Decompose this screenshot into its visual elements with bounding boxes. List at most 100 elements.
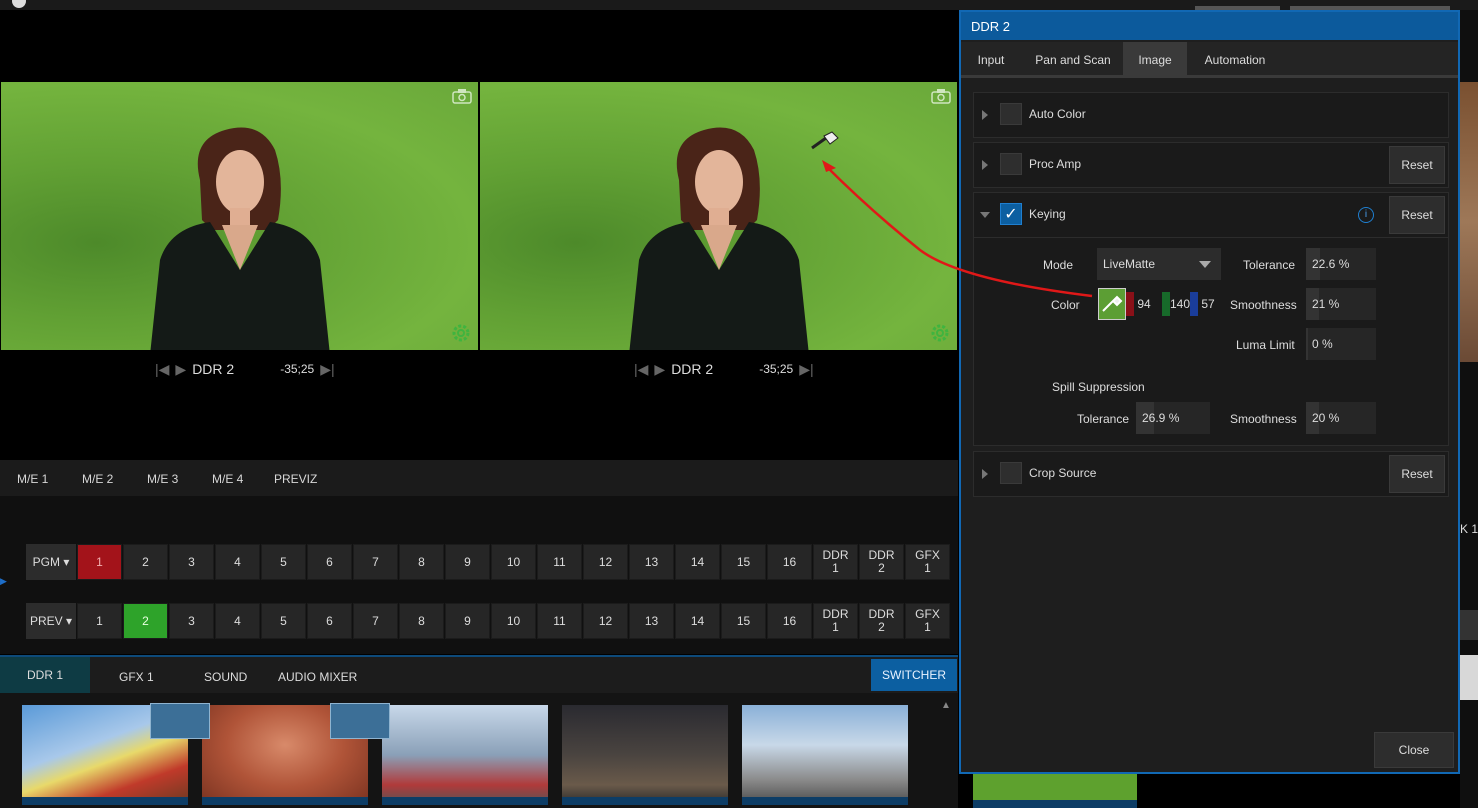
tab-me-4[interactable]: M/E 4 xyxy=(212,472,243,486)
mode-dropdown[interactable]: LiveMatte xyxy=(1097,248,1221,280)
prev-button-10[interactable]: 10 xyxy=(491,603,536,639)
pgm-button-ddr1[interactable]: DDR 1 xyxy=(813,544,858,580)
play-icon[interactable]: ▶ xyxy=(175,361,186,378)
pgm-button-4[interactable]: 4 xyxy=(215,544,260,580)
prev-button-8[interactable]: 8 xyxy=(399,603,444,639)
play-icon[interactable]: ▶ xyxy=(654,361,665,378)
media-playlist xyxy=(0,693,958,808)
tab-image[interactable]: Image xyxy=(1123,42,1187,78)
gear-icon[interactable] xyxy=(450,322,472,344)
keying-checkbox[interactable]: ✓ xyxy=(1000,203,1022,225)
prev-button-11[interactable]: 11 xyxy=(537,603,582,639)
expand-caret-icon[interactable] xyxy=(982,160,988,170)
camera-icon[interactable] xyxy=(931,88,951,104)
pgm-button-16[interactable]: 16 xyxy=(767,544,812,580)
expand-arrow-icon[interactable]: ▶ xyxy=(0,576,7,586)
prev-button-16[interactable]: 16 xyxy=(767,603,812,639)
prev-button-13[interactable]: 13 xyxy=(629,603,674,639)
color-label: Color xyxy=(1051,298,1080,312)
pgm-button-13[interactable]: 13 xyxy=(629,544,674,580)
dialog-title: DDR 2 xyxy=(961,12,1458,40)
prev-button-1[interactable]: 1 xyxy=(77,603,122,639)
prev-label[interactable]: PREV ▾ xyxy=(26,603,76,639)
tab-audio-mixer[interactable]: AUDIO MIXER xyxy=(278,670,357,684)
pgm-button-14[interactable]: 14 xyxy=(675,544,720,580)
camera-icon[interactable] xyxy=(452,88,472,104)
tab-input[interactable]: Input xyxy=(961,42,1021,78)
playlist-item[interactable] xyxy=(742,705,908,805)
eyedropper-icon[interactable] xyxy=(1099,289,1125,319)
pgm-button-3[interactable]: 3 xyxy=(169,544,214,580)
pgm-label[interactable]: PGM ▾ xyxy=(26,544,76,580)
info-icon[interactable]: i xyxy=(1358,207,1374,223)
proc-amp-section: Proc Amp Reset xyxy=(973,142,1449,188)
prev-button-ddr2[interactable]: DDR 2 xyxy=(859,603,904,639)
scroll-up-icon[interactable]: ▲ xyxy=(941,700,951,711)
pgm-button-7[interactable]: 7 xyxy=(353,544,398,580)
proc-amp-checkbox[interactable] xyxy=(1000,153,1022,175)
skip-forward-icon[interactable]: ▶| xyxy=(320,361,334,378)
spill-suppression-label: Spill Suppression xyxy=(1052,380,1145,394)
prev-button-5[interactable]: 5 xyxy=(261,603,306,639)
prev-button-14[interactable]: 14 xyxy=(675,603,720,639)
prev-button-2[interactable]: 2 xyxy=(123,603,168,639)
collapse-caret-icon[interactable] xyxy=(980,212,990,218)
skip-forward-icon[interactable]: ▶| xyxy=(799,361,813,378)
tab-me-1[interactable]: M/E 1 xyxy=(17,472,48,486)
prev-button-7[interactable]: 7 xyxy=(353,603,398,639)
tab-me-2[interactable]: M/E 2 xyxy=(82,472,113,486)
playlist-item[interactable] xyxy=(382,705,548,805)
keying-reset-button[interactable]: Reset xyxy=(1389,196,1445,234)
pgm-button-8[interactable]: 8 xyxy=(399,544,444,580)
pgm-button-2[interactable]: 2 xyxy=(123,544,168,580)
prev-button-6[interactable]: 6 xyxy=(307,603,352,639)
skip-back-icon[interactable]: |◀ xyxy=(634,361,648,378)
expand-caret-icon[interactable] xyxy=(982,110,988,120)
color-blue-field[interactable]: 57 xyxy=(1190,288,1226,320)
pgm-button-ddr2[interactable]: DDR 2 xyxy=(859,544,904,580)
switcher-button[interactable]: SWITCHER xyxy=(871,659,957,691)
prev-button-12[interactable]: 12 xyxy=(583,603,628,639)
pgm-button-1[interactable]: 1 xyxy=(77,544,122,580)
tab-ddr-1[interactable]: DDR 1 xyxy=(0,657,90,693)
pgm-button-11[interactable]: 11 xyxy=(537,544,582,580)
prev-button-gfx1[interactable]: GFX 1 xyxy=(905,603,950,639)
presenter-image xyxy=(150,127,329,350)
spill-smoothness-field[interactable]: 20 % xyxy=(1306,402,1376,434)
prev-button-4[interactable]: 4 xyxy=(215,603,260,639)
pgm-button-15[interactable]: 15 xyxy=(721,544,766,580)
right-edge-block xyxy=(1460,655,1478,700)
crop-source-reset-button[interactable]: Reset xyxy=(1389,455,1445,493)
tab-me-3[interactable]: M/E 3 xyxy=(147,472,178,486)
color-red-field[interactable]: 94 xyxy=(1126,288,1162,320)
prev-button-ddr1[interactable]: DDR 1 xyxy=(813,603,858,639)
tab-sound[interactable]: SOUND xyxy=(204,670,247,684)
spill-tolerance-field[interactable]: 26.9 % xyxy=(1136,402,1210,434)
luma-limit-field[interactable]: 0 % xyxy=(1306,328,1376,360)
playlist-item[interactable] xyxy=(973,774,1137,808)
gear-icon[interactable] xyxy=(929,322,951,344)
proc-amp-reset-button[interactable]: Reset xyxy=(1389,146,1445,184)
close-button[interactable]: Close xyxy=(1374,732,1454,768)
pgm-button-10[interactable]: 10 xyxy=(491,544,536,580)
auto-color-checkbox[interactable] xyxy=(1000,103,1022,125)
pgm-button-12[interactable]: 12 xyxy=(583,544,628,580)
prev-button-9[interactable]: 9 xyxy=(445,603,490,639)
tolerance-field[interactable]: 22.6 % xyxy=(1306,248,1376,280)
prev-button-15[interactable]: 15 xyxy=(721,603,766,639)
tab-gfx-1[interactable]: GFX 1 xyxy=(119,670,154,684)
pgm-button-9[interactable]: 9 xyxy=(445,544,490,580)
pgm-button-5[interactable]: 5 xyxy=(261,544,306,580)
tab-automation[interactable]: Automation xyxy=(1187,42,1283,78)
smoothness-field[interactable]: 21 % xyxy=(1306,288,1376,320)
key-color-swatch[interactable] xyxy=(1098,288,1126,320)
crop-source-checkbox[interactable] xyxy=(1000,462,1022,484)
tab-previz[interactable]: PREVIZ xyxy=(274,472,317,486)
playlist-item[interactable] xyxy=(562,705,728,805)
pgm-button-6[interactable]: 6 xyxy=(307,544,352,580)
prev-button-3[interactable]: 3 xyxy=(169,603,214,639)
tab-pan-and-scan[interactable]: Pan and Scan xyxy=(1021,42,1125,78)
expand-caret-icon[interactable] xyxy=(982,469,988,479)
pgm-button-gfx1[interactable]: GFX 1 xyxy=(905,544,950,580)
skip-back-icon[interactable]: |◀ xyxy=(155,361,169,378)
